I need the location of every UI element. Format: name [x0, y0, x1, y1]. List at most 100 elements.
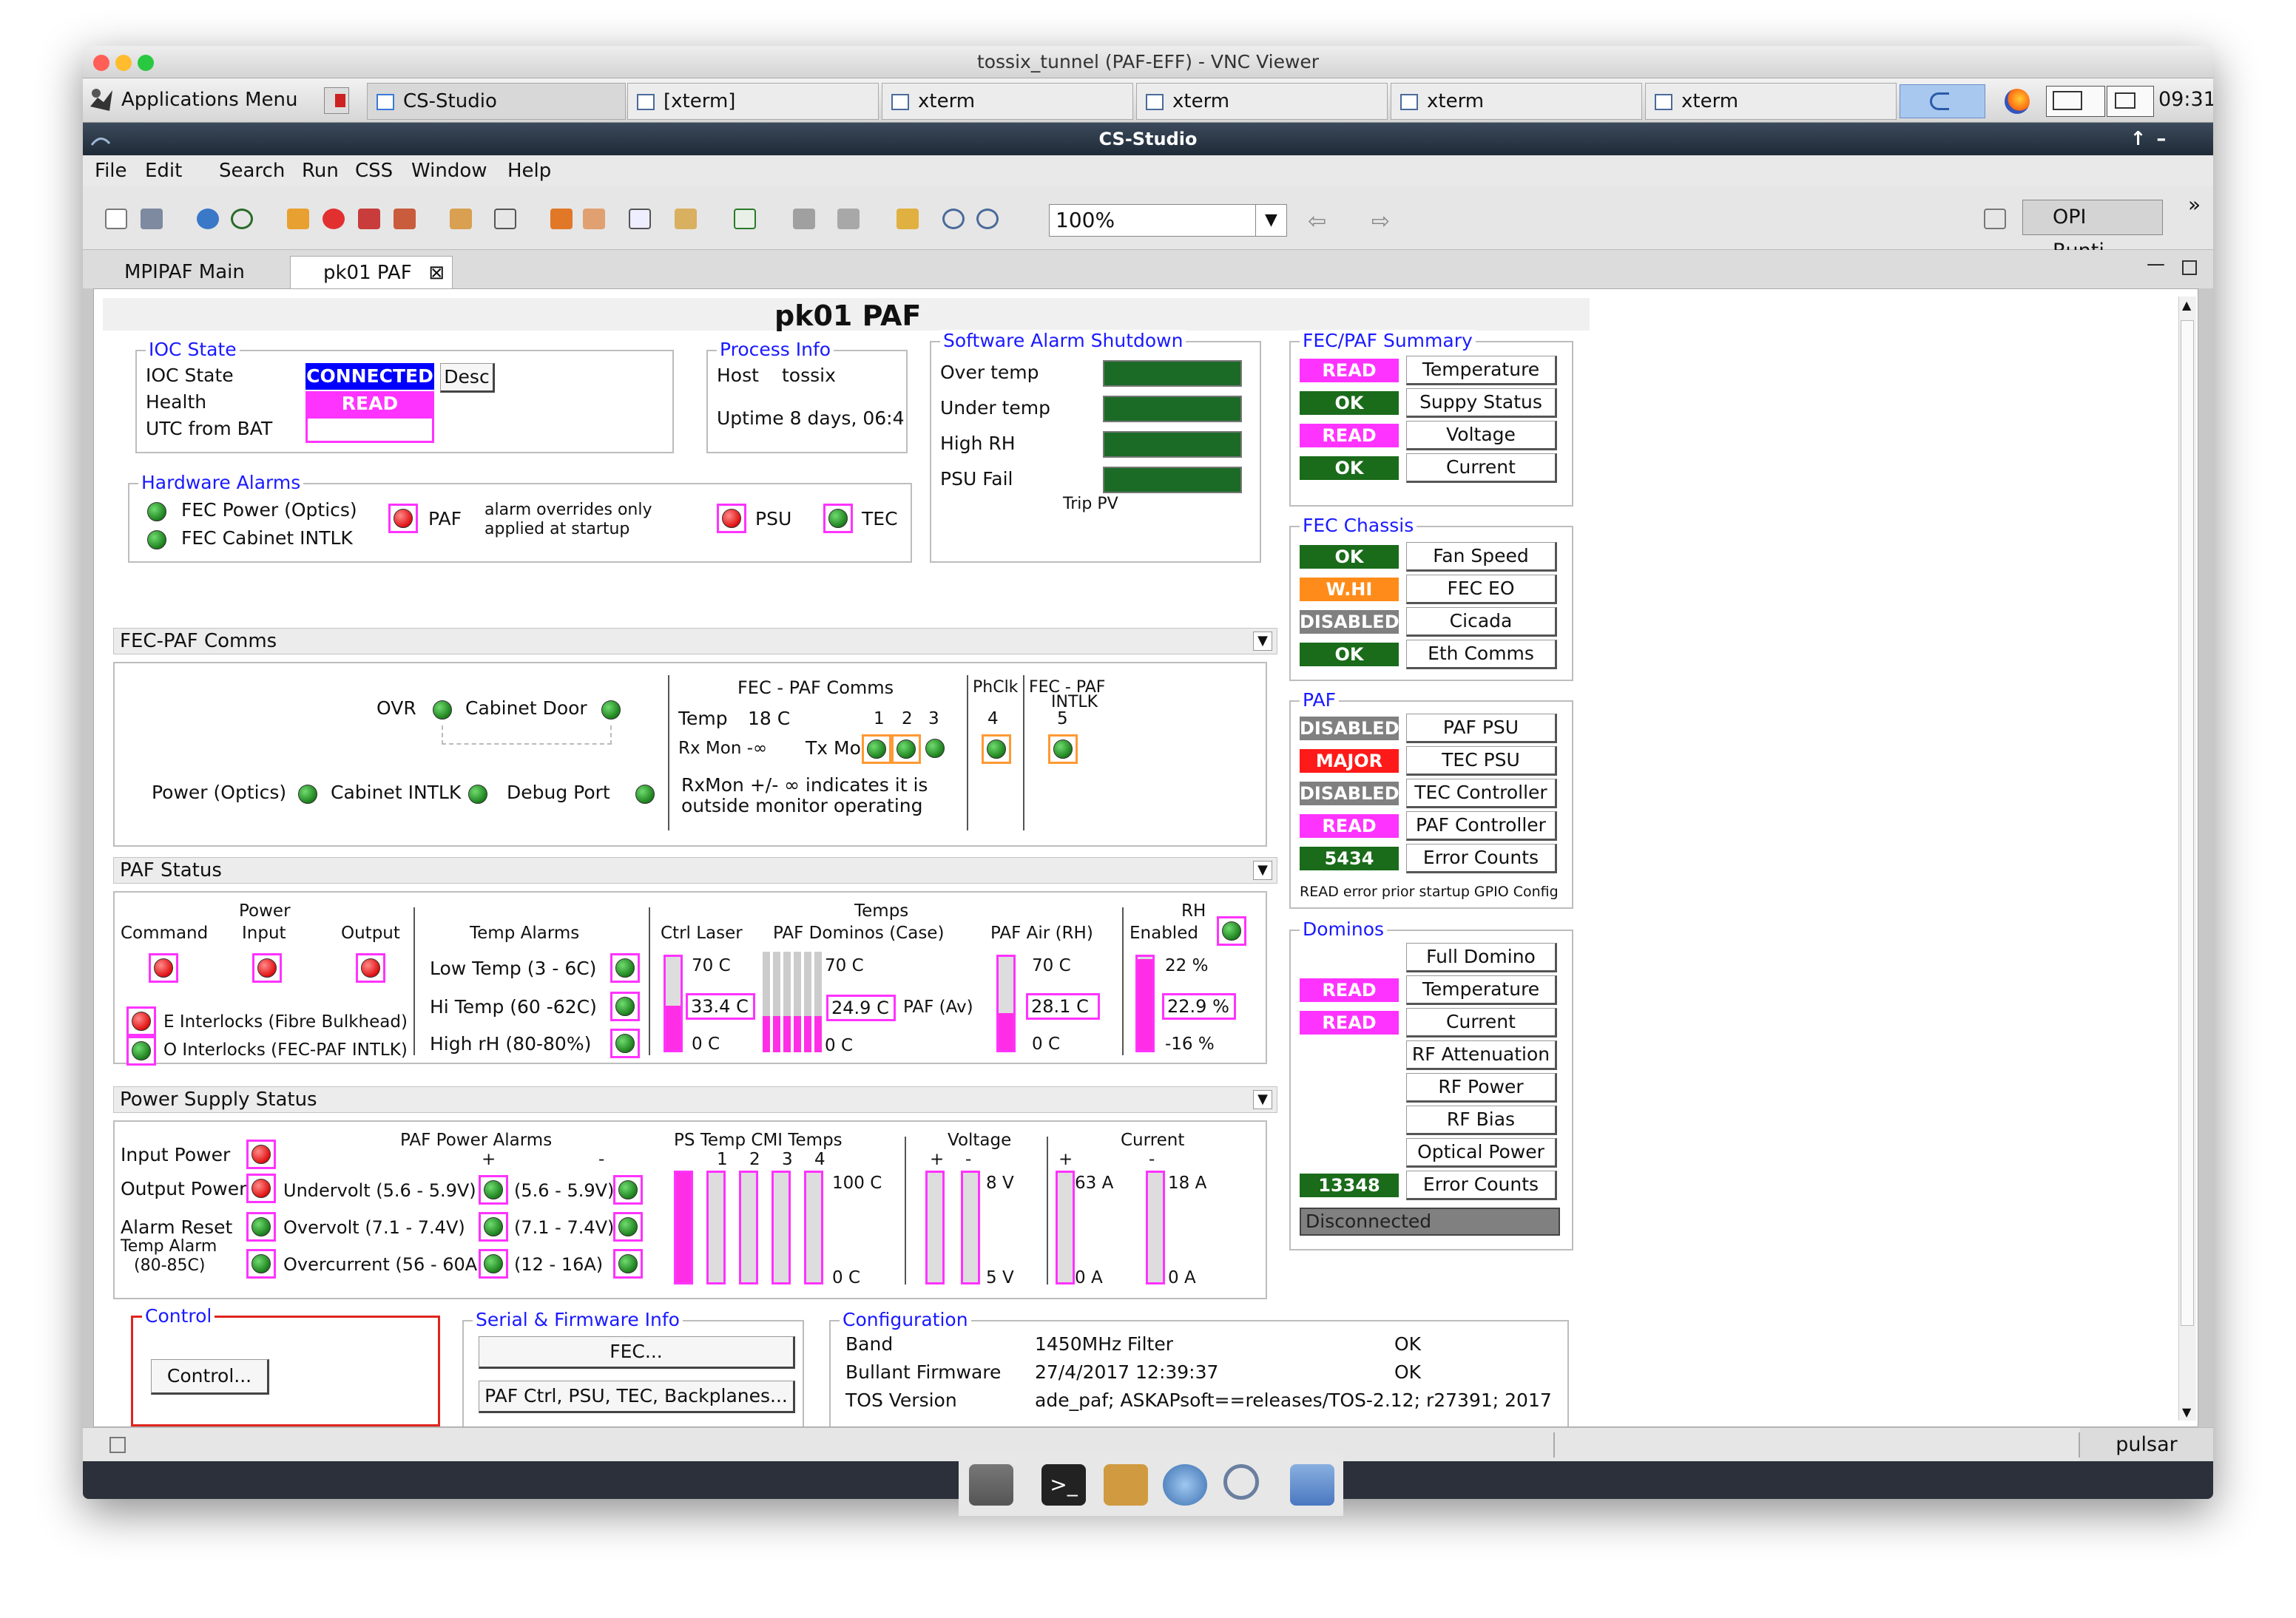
menu-css[interactable]: CSS	[355, 160, 393, 182]
power-supply-status-bar[interactable]: Power Supply Status ▼	[113, 1086, 1277, 1113]
summary-button-1[interactable]: Suppy Status	[1406, 388, 1557, 418]
task-xterm-3[interactable]: xterm	[1136, 83, 1388, 120]
paf-ctrl-button[interactable]: PAF Ctrl, PSU, TEC, Backplanes...	[479, 1381, 795, 1413]
save-icon[interactable]	[141, 209, 163, 229]
chassis-button-0[interactable]: Fan Speed	[1406, 542, 1557, 572]
chevron-down-icon[interactable]: ▼	[1253, 861, 1272, 880]
hand-icon[interactable]	[287, 209, 309, 229]
apps-menu-icon[interactable]	[87, 84, 115, 115]
user-icon[interactable]	[197, 209, 219, 229]
menu-run[interactable]: Run	[302, 160, 339, 182]
summary-button-3[interactable]: Current	[1406, 453, 1557, 483]
scroll-up-icon[interactable]: ▲	[2182, 298, 2191, 312]
dominos-button-4[interactable]: RF Power	[1406, 1073, 1557, 1103]
chart-icon[interactable]	[629, 209, 651, 229]
chassis-button-2[interactable]: Cicada	[1406, 607, 1557, 637]
dominos-button-5[interactable]: RF Bias	[1406, 1106, 1557, 1135]
open-perspective-icon[interactable]	[1984, 209, 2006, 229]
paf-button-2[interactable]: TEC Controller	[1406, 779, 1557, 808]
paf-button-0[interactable]: PAF PSU	[1406, 714, 1557, 743]
menu-edit[interactable]: Edit	[145, 160, 182, 182]
window-controls[interactable]: ↑–▫✕	[2105, 123, 2201, 183]
fec-paf-comms-bar[interactable]: FEC-PAF Comms ▼	[113, 628, 1277, 654]
paf-status-bar[interactable]: PAF Status ▼	[113, 857, 1277, 884]
ctrl-laser-value: 33.4 C	[686, 993, 755, 1020]
tab-mpipaf-main[interactable]: MPIPAF Main	[92, 256, 287, 288]
task-xterm-4[interactable]: xterm	[1391, 83, 1642, 120]
search-icon[interactable]	[1223, 1464, 1259, 1500]
summary-button-2[interactable]: Voltage	[1406, 421, 1557, 450]
probe-icon[interactable]	[550, 209, 573, 229]
folder-icon[interactable]	[1290, 1464, 1334, 1506]
task-xterm-2[interactable]: xterm	[882, 83, 1133, 120]
close-button[interactable]	[93, 55, 109, 71]
zoom-out-icon[interactable]	[976, 209, 999, 229]
maximize-view-icon[interactable]	[2182, 260, 2197, 275]
plot-icon[interactable]	[734, 209, 756, 229]
minimize-button[interactable]	[115, 55, 132, 71]
zoom-in-icon[interactable]	[942, 209, 965, 229]
menu-window[interactable]: Window	[411, 160, 487, 182]
dominos-button-1[interactable]: Temperature	[1406, 975, 1557, 1005]
export-icon[interactable]	[837, 209, 860, 229]
scroll-down-icon[interactable]: ▼	[2182, 1405, 2191, 1419]
task-xterm-5[interactable]: xterm	[1645, 83, 1897, 120]
drive-icon[interactable]	[969, 1464, 1013, 1506]
box-red-icon[interactable]	[358, 209, 380, 229]
chevron-down-icon[interactable]: ▼	[1253, 1090, 1272, 1109]
dominos-button-6[interactable]: Optical Power	[1406, 1138, 1557, 1168]
vertical-scrollbar[interactable]: ▲ ▼	[2178, 297, 2196, 1421]
close-tab-icon[interactable]: ⊠	[428, 257, 445, 289]
import-icon[interactable]	[793, 209, 815, 229]
chassis-button-3[interactable]: Eth Comms	[1406, 640, 1557, 669]
dominos-button-7[interactable]: Error Counts	[1406, 1171, 1557, 1200]
web-browser-icon[interactable]	[1163, 1464, 1207, 1506]
desc-button[interactable]: Desc	[440, 363, 495, 393]
chevron-down-icon[interactable]: ▼	[1255, 205, 1286, 236]
dominos-button-3[interactable]: RF Attenuation	[1406, 1040, 1557, 1070]
terminal-icon[interactable]: >_	[1041, 1464, 1086, 1506]
workspace-icon[interactable]	[1900, 84, 1985, 118]
firefox-icon[interactable]	[1993, 86, 2040, 117]
network-icon[interactable]	[2107, 86, 2154, 117]
pencil-icon[interactable]	[450, 209, 472, 229]
scroll-thumb[interactable]	[2181, 320, 2194, 1326]
task-xterm-1[interactable]: [xterm]	[627, 83, 879, 120]
minimize-view-icon[interactable]: —	[2147, 253, 2165, 275]
control-button[interactable]: Control...	[151, 1359, 269, 1395]
more-chevron-icon[interactable]: »	[2188, 194, 2201, 216]
menu-search[interactable]: Search	[219, 160, 285, 182]
fec-button[interactable]: FEC...	[479, 1336, 795, 1369]
paf-button-4[interactable]: Error Counts	[1406, 844, 1557, 873]
paf-button-1[interactable]: TEC PSU	[1406, 746, 1557, 776]
zoom-combo[interactable]: 100% ▼	[1049, 204, 1287, 237]
menu-help[interactable]: Help	[507, 160, 551, 182]
task-cs-studio[interactable]: CS-Studio	[367, 83, 626, 120]
probe2-icon[interactable]	[583, 209, 605, 229]
tab-pk01-paf[interactable]: pk01 PAF ⊠	[290, 256, 453, 288]
dominos-button-0[interactable]: Full Domino Info	[1406, 943, 1557, 994]
status-icon[interactable]	[109, 1437, 126, 1453]
target-icon[interactable]	[231, 209, 253, 229]
chassis-button-1[interactable]: FEC EO	[1406, 575, 1557, 604]
file-manager-icon[interactable]	[1104, 1464, 1148, 1506]
new-icon[interactable]	[105, 209, 127, 229]
apps-menu[interactable]: Applications Menu	[121, 89, 297, 111]
tree-icon[interactable]	[494, 209, 516, 229]
dominos-button-2[interactable]: Current	[1406, 1008, 1557, 1038]
chevron-down-icon[interactable]: ▼	[1253, 632, 1272, 651]
undo-icon[interactable]	[897, 209, 919, 229]
tomato-icon[interactable]	[323, 209, 345, 229]
menu-file[interactable]: File	[95, 160, 127, 182]
paf-button-3[interactable]: PAF Controller	[1406, 811, 1557, 841]
back-icon[interactable]: ⇦	[1308, 209, 1330, 234]
high-rh-bar	[1103, 431, 1242, 458]
box-green-icon[interactable]	[394, 209, 416, 229]
opi-runtime-perspective[interactable]: OPI Runti...	[2022, 200, 2163, 263]
screen-icon[interactable]	[2046, 86, 2105, 117]
forward-icon[interactable]: ⇨	[1371, 209, 1394, 234]
zoom-button[interactable]	[138, 55, 154, 71]
logout-icon[interactable]	[324, 87, 349, 114]
summary-button-0[interactable]: Temperature	[1406, 356, 1557, 385]
wand-icon[interactable]	[675, 209, 697, 229]
